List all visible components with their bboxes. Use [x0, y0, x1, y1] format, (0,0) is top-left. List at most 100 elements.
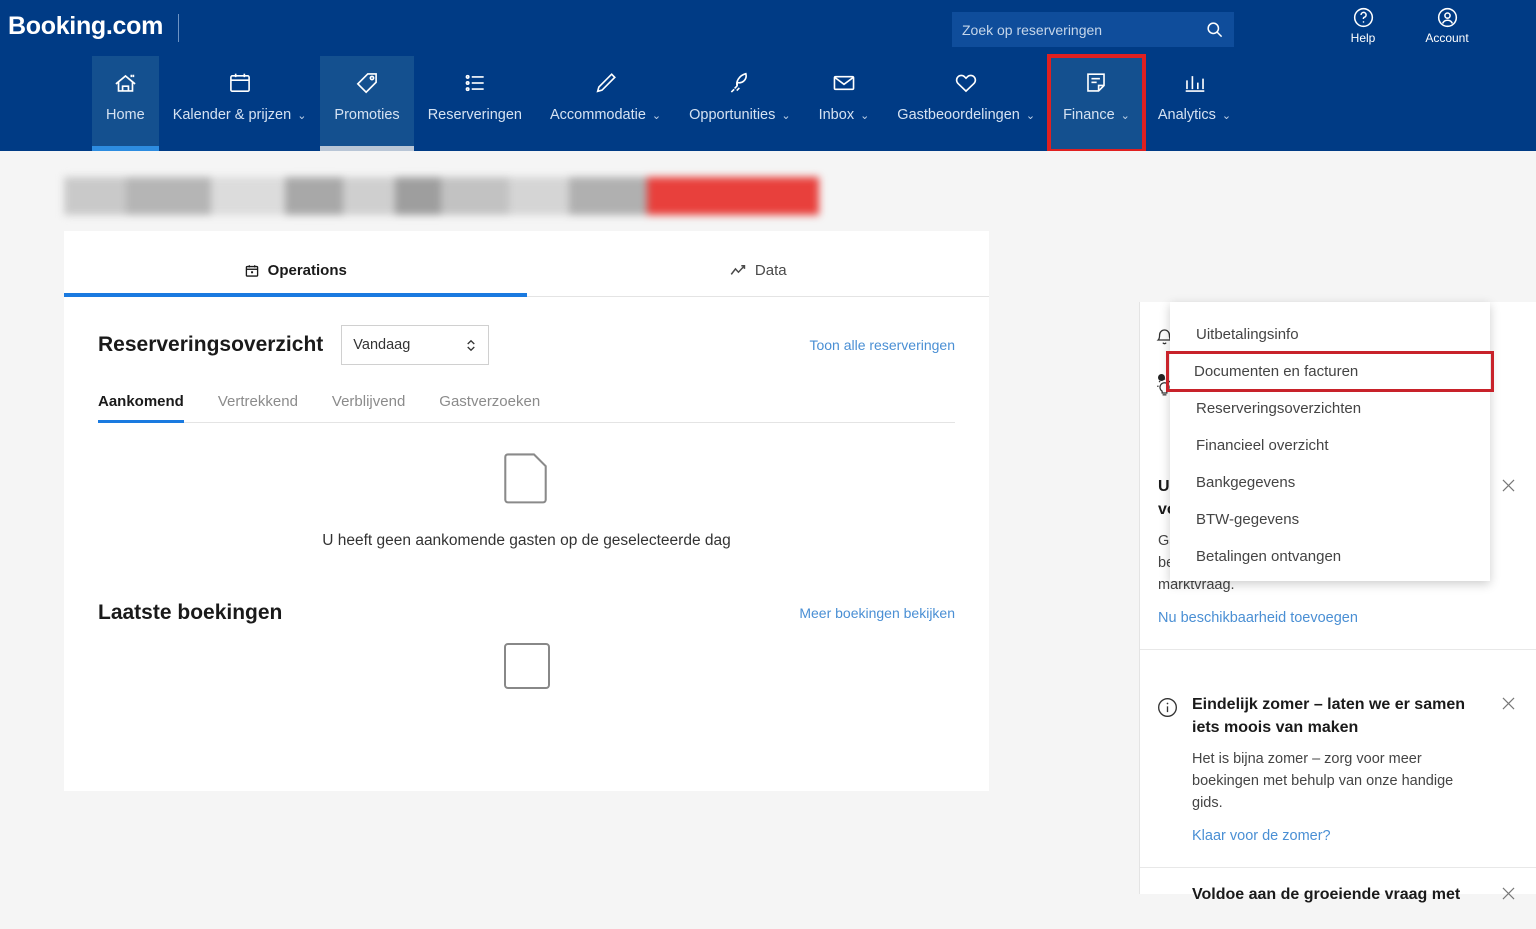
redacted-segment: [343, 177, 395, 215]
nav-item-promoties[interactable]: Promoties: [320, 56, 414, 151]
nav-item-accommodatie[interactable]: Accommodatie ⌄: [536, 56, 675, 151]
dropdown-item-uitbetalingsinfo[interactable]: Uitbetalingsinfo: [1170, 316, 1490, 353]
subtab-vertrekkend[interactable]: Vertrekkend: [218, 393, 298, 422]
summer-card-link[interactable]: Klaar voor de zomer?: [1192, 828, 1331, 844]
close-icon[interactable]: [1499, 694, 1518, 713]
redacted-segment: [647, 177, 733, 215]
redacted-property-name-bar: [64, 177, 819, 215]
redacted-segment: [211, 177, 285, 215]
nav-label-accommodatie: Accommodatie: [550, 107, 646, 123]
redacted-segment: [441, 177, 509, 215]
dropdown-item-bankgegevens[interactable]: Bankgegevens: [1170, 464, 1490, 501]
subtab-gastverzoeken[interactable]: Gastverzoeken: [439, 393, 540, 422]
tag-icon: [354, 66, 380, 100]
demand-card-title: Voldoe aan de groeiende vraag met: [1192, 886, 1461, 903]
rocket-icon: [727, 66, 753, 100]
empty-state-text: U heeft geen aankomende gasten op de ges…: [322, 532, 731, 549]
chevron-down-icon[interactable]: ⌄: [297, 109, 306, 122]
notification-dot: [1158, 374, 1165, 381]
redacted-segment: [509, 177, 569, 215]
subtab-aankomend[interactable]: Aankomend: [98, 393, 184, 423]
search-box[interactable]: [952, 12, 1234, 47]
chevron-down-icon[interactable]: ⌄: [1026, 109, 1035, 122]
booking-logo[interactable]: Booking.com: [8, 12, 163, 41]
document-corner-fold-icon: [64, 453, 989, 507]
chevron-down-icon[interactable]: ⌄: [781, 109, 790, 122]
nav-item-analytics[interactable]: Analytics ⌄: [1144, 56, 1245, 151]
nav-label-analytics: Analytics: [1157, 107, 1216, 123]
sidebar-card-demand: Voldoe aan de groeiende vraag met: [1140, 862, 1536, 929]
nav-label-inbox: Inbox: [818, 107, 855, 123]
nav-item-kalender-prijzen[interactable]: Kalender & prijzen ⌄: [159, 56, 321, 151]
nav-label-home: Home: [106, 107, 145, 123]
dropdown-item-betalingen-ontvangen[interactable]: Betalingen ontvangen: [1170, 538, 1490, 575]
nav-item-home[interactable]: Home: [92, 56, 159, 151]
dropdown-item-reserveringsoverzichten[interactable]: Reserveringsoverzichten: [1170, 390, 1490, 427]
search-icon[interactable]: [1205, 20, 1224, 39]
close-icon[interactable]: [1499, 476, 1518, 495]
nav-label-reserveringen: Reserveringen: [427, 107, 522, 123]
nav-item-opportunities[interactable]: Opportunities ⌄: [675, 56, 804, 151]
last-bookings-header: Laatste boekingen Meer boekingen bekijke…: [64, 601, 989, 625]
more-bookings-link[interactable]: Meer boekingen bekijken: [799, 605, 955, 621]
summer-card-body: Het is bijna zomer – zorg voor meer boek…: [1192, 751, 1454, 811]
nav-label-opportunities: Opportunities: [689, 107, 776, 123]
document-note-icon: [1083, 66, 1109, 100]
account-button[interactable]: Account: [1416, 6, 1478, 45]
redacted-segment: [64, 177, 126, 215]
tab-label-data: Data: [754, 262, 787, 279]
heart-icon: [953, 66, 979, 100]
reservations-title: Reserveringsoverzicht: [98, 333, 324, 356]
day-filter-select[interactable]: Vandaag: [341, 325, 490, 365]
finance-dropdown-menu: Uitbetalingsinfo Documenten en facturen Re…: [1166, 302, 1494, 581]
pencil-icon: [593, 66, 619, 100]
nav-item-inbox[interactable]: Inbox ⌄: [805, 56, 884, 151]
chevron-updown-icon[interactable]: [465, 338, 477, 353]
chevron-down-icon[interactable]: ⌄: [652, 109, 661, 122]
subtab-verblijvend[interactable]: Verblijvend: [332, 393, 405, 422]
dashboard-tabs: Operations Data: [64, 231, 989, 297]
redacted-segment: [285, 177, 343, 215]
tab-data[interactable]: Data: [527, 231, 990, 296]
show-all-reservations-link[interactable]: Toon alle reserveringen: [809, 337, 955, 353]
redacted-segment: [395, 177, 441, 215]
envelope-icon: [831, 66, 857, 100]
redacted-segment: [126, 177, 211, 215]
dropdown-item-financieel-overzicht[interactable]: Financieel overzicht: [1170, 427, 1490, 464]
trend-line-icon: [729, 262, 747, 280]
chevron-down-icon[interactable]: ⌄: [1121, 109, 1130, 122]
main-navigation: Home Kalender & prijzen ⌄ Promoties Rese…: [0, 54, 1536, 153]
header-top-row: Booking.com Help Account: [0, 0, 1536, 56]
last-bookings-title: Laatste boekingen: [98, 601, 283, 625]
dropdown-item-btw-gegevens[interactable]: BTW-gegevens: [1170, 501, 1490, 538]
nav-item-reserveringen[interactable]: Reserveringen: [414, 56, 536, 151]
brand-divider: [178, 14, 179, 42]
close-icon[interactable]: [1499, 884, 1518, 903]
chevron-down-icon[interactable]: ⌄: [1222, 109, 1231, 122]
tab-operations[interactable]: Operations: [64, 231, 527, 297]
sidebar-card-summer: Eindelijk zomer – laten we er samen iets…: [1140, 672, 1536, 868]
help-button[interactable]: Help: [1332, 6, 1394, 45]
account-label: Account: [1425, 31, 1469, 45]
availability-card-link[interactable]: Nu beschikbaarheid toevoegen: [1158, 610, 1358, 626]
search-input[interactable]: [962, 21, 1205, 38]
nav-item-gastbeoordelingen[interactable]: Gastbeoordelingen ⌄: [883, 56, 1049, 151]
nav-item-finance[interactable]: Finance ⌄: [1047, 54, 1146, 153]
nav-label-promoties: Promoties: [334, 107, 400, 123]
dropdown-item-documenten-en-facturen[interactable]: Documenten en facturen: [1166, 351, 1494, 392]
redacted-segment: [733, 177, 819, 215]
chevron-down-icon[interactable]: ⌄: [860, 109, 869, 122]
page-body: Operations Data Reserveringsoverzicht Va…: [0, 151, 1536, 903]
bar-chart-icon: [1182, 66, 1208, 100]
day-filter-value: Vandaag: [353, 337, 411, 353]
top-header: Booking.com Help Account: [0, 0, 1536, 153]
reservations-header: Reserveringsoverzicht Vandaag Toon alle …: [64, 297, 989, 365]
empty-state: U heeft geen aankomende gasten op de ges…: [64, 453, 989, 553]
home-icon: [112, 66, 139, 100]
help-label: Help: [1350, 31, 1376, 45]
calendar-icon: [227, 66, 253, 100]
dashboard-main-card: Operations Data Reserveringsoverzicht Va…: [64, 231, 989, 791]
calendar-day-icon: [244, 263, 260, 279]
tab-label-operations: Operations: [267, 262, 347, 279]
info-circle-icon: [1156, 696, 1179, 719]
